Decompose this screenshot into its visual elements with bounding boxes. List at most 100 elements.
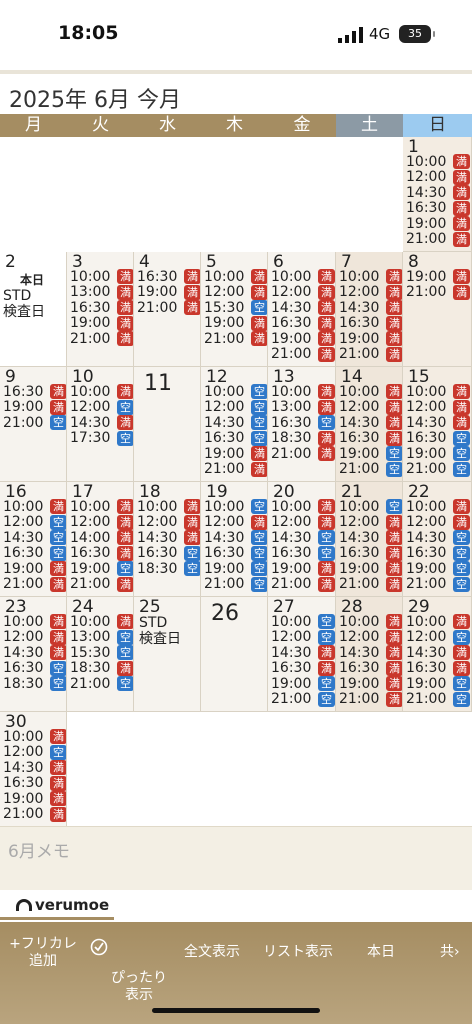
time-slot[interactable]: 19:00 満 xyxy=(137,284,200,300)
time-slot[interactable]: 12:00 空 xyxy=(406,629,470,645)
list-view-button[interactable]: リスト表示 xyxy=(256,944,340,961)
time-slot[interactable]: 16:30 満 xyxy=(137,269,200,285)
time-slot[interactable]: 10:00 満 xyxy=(70,614,133,630)
time-slot[interactable]: 21:00 空 xyxy=(406,461,470,477)
time-slot[interactable]: 14:30 空 xyxy=(204,530,267,546)
time-slot[interactable]: 14:30 空 xyxy=(3,530,66,546)
time-slot[interactable]: 12:00 満 xyxy=(339,284,402,300)
time-slot[interactable]: 14:30 満 xyxy=(271,300,335,316)
time-slot[interactable]: 16:30 空 xyxy=(204,430,267,446)
day-cell[interactable]: 13 10:00 満 13:00 満 16:30 空 18:30 満 21:00 満 xyxy=(268,367,336,482)
time-slot[interactable]: 12:00 空 xyxy=(3,744,66,760)
time-slot[interactable]: 10:00 空 xyxy=(339,499,402,515)
time-slot[interactable]: 19:00 満 xyxy=(339,331,402,347)
time-slot[interactable]: 19:00 空 xyxy=(406,561,470,577)
time-slot[interactable]: 19:00 空 xyxy=(271,676,335,692)
time-slot[interactable]: 14:30 満 xyxy=(406,415,470,431)
time-slot[interactable]: 12:00 満 xyxy=(406,399,470,415)
time-slot[interactable]: 16:30 満 xyxy=(70,300,133,316)
time-slot[interactable]: 19:00 満 xyxy=(339,676,402,692)
time-slot[interactable]: 12:00 空 xyxy=(271,629,335,645)
time-slot[interactable]: 19:00 満 xyxy=(271,561,335,577)
time-slot[interactable]: 10:00 満 xyxy=(271,384,335,400)
time-slot[interactable]: 16:30 満 xyxy=(271,315,335,331)
time-slot[interactable]: 12:00 空 xyxy=(204,399,267,415)
time-slot[interactable]: 19:00 満 xyxy=(3,399,66,415)
time-slot[interactable]: 14:30 空 xyxy=(406,530,470,546)
time-slot[interactable]: 21:00 満 xyxy=(339,346,402,362)
day-cell[interactable]: 22 10:00 満 12:00 満 14:30 空 16:30 空 19:00 空 21:00 空 xyxy=(403,482,472,597)
time-slot[interactable]: 10:00 満 xyxy=(3,614,66,630)
time-slot[interactable]: 21:00 満 xyxy=(271,446,335,462)
time-slot[interactable]: 19:00 満 xyxy=(204,315,267,331)
time-slot[interactable]: 14:30 空 xyxy=(204,415,267,431)
day-cell[interactable]: 16 10:00 満 12:00 空 14:30 空 16:30 空 19:00 満 21:00 満 xyxy=(0,482,67,597)
time-slot[interactable]: 10:00 満 xyxy=(406,614,470,630)
time-slot[interactable]: 21:00 満 xyxy=(204,331,267,347)
time-slot[interactable]: 12:00 満 xyxy=(137,514,200,530)
time-slot[interactable]: 12:00 満 xyxy=(406,514,470,530)
time-slot[interactable]: 16:30 空 xyxy=(3,660,66,676)
time-slot[interactable]: 19:00 空 xyxy=(406,446,470,462)
fit-view-button[interactable]: ぴったり 表示 xyxy=(88,936,172,1004)
time-slot[interactable]: 14:30 満 xyxy=(137,530,200,546)
time-slot[interactable]: 19:00 空 xyxy=(70,561,133,577)
day-cell[interactable]: 19 10:00 空 12:00 満 14:30 空 16:30 空 19:00 空 21:00 空 xyxy=(201,482,268,597)
time-slot[interactable]: 10:00 満 xyxy=(271,269,335,285)
time-slot[interactable]: 10:00 満 xyxy=(406,499,470,515)
time-slot[interactable]: 21:00 空 xyxy=(339,461,402,477)
time-slot[interactable]: 21:00 空 xyxy=(70,676,133,692)
time-slot[interactable]: 14:30 満 xyxy=(406,185,470,201)
day-cell[interactable]: 10 10:00 満 12:00 空 14:30 満 17:30 空 xyxy=(67,367,134,482)
memo-area[interactable]: 6月メモ xyxy=(0,826,472,890)
time-slot[interactable]: 21:00 満 xyxy=(3,576,66,592)
time-slot[interactable]: 10:00 空 xyxy=(204,499,267,515)
time-slot[interactable]: 18:30 空 xyxy=(137,561,200,577)
time-slot[interactable]: 12:00 満 xyxy=(204,284,267,300)
day-cell[interactable]: 14 10:00 満 12:00 満 14:30 満 16:30 満 19:00 空 21:00 空 xyxy=(336,367,403,482)
time-slot[interactable]: 17:30 空 xyxy=(70,430,133,446)
time-slot[interactable]: 12:00 満 xyxy=(339,629,402,645)
time-slot[interactable]: 21:00 満 xyxy=(204,461,267,477)
time-slot[interactable]: 12:00 満 xyxy=(70,514,133,530)
time-slot[interactable]: 12:00 満 xyxy=(406,169,470,185)
time-slot[interactable]: 16:30 満 xyxy=(339,545,402,561)
time-slot[interactable]: 16:30 満 xyxy=(339,430,402,446)
time-slot[interactable]: 21:00 満 xyxy=(271,576,335,592)
time-slot[interactable]: 19:00 満 xyxy=(204,446,267,462)
time-slot[interactable]: 19:00 満 xyxy=(271,331,335,347)
day-cell[interactable]: 18 10:00 満 12:00 満 14:30 満 16:30 空 18:30 空 xyxy=(134,482,201,597)
time-slot[interactable]: 16:30 空 xyxy=(406,430,470,446)
time-slot[interactable]: 19:00 満 xyxy=(70,315,133,331)
time-slot[interactable]: 18:30 満 xyxy=(70,660,133,676)
time-slot[interactable]: 19:00 満 xyxy=(406,269,470,285)
day-cell[interactable]: 2 本日 STD 検査日 xyxy=(0,252,67,367)
day-cell[interactable]: 26 xyxy=(201,597,268,712)
time-slot[interactable]: 16:30 満 xyxy=(3,775,66,791)
time-slot[interactable]: 14:30 満 xyxy=(70,415,133,431)
time-slot[interactable]: 12:00 満 xyxy=(271,514,335,530)
time-slot[interactable]: 14:30 満 xyxy=(339,530,402,546)
day-cell[interactable]: 1 10:00 満 12:00 満 14:30 満 16:30 満 19:00 満 21:00 満 xyxy=(403,137,472,252)
time-slot[interactable]: 18:30 空 xyxy=(3,676,66,692)
time-slot[interactable]: 14:30 満 xyxy=(3,645,66,661)
time-slot[interactable]: 21:00 満 xyxy=(137,300,200,316)
day-cell[interactable]: 21 10:00 空 12:00 満 14:30 満 16:30 満 19:00 満 21:00 満 xyxy=(336,482,403,597)
time-slot[interactable]: 16:30 満 xyxy=(271,660,335,676)
time-slot[interactable]: 12:00 空 xyxy=(70,399,133,415)
day-cell[interactable]: 9 16:30 満 19:00 満 21:00 空 xyxy=(0,367,67,482)
time-slot[interactable]: 19:00 満 xyxy=(339,561,402,577)
day-cell[interactable]: 20 10:00 満 12:00 満 14:30 空 16:30 空 19:00 満 21:00 満 xyxy=(268,482,336,597)
time-slot[interactable]: 21:00 空 xyxy=(204,576,267,592)
time-slot[interactable]: 21:00 満 xyxy=(339,576,402,592)
time-slot[interactable]: 14:30 満 xyxy=(339,645,402,661)
time-slot[interactable]: 16:30 満 xyxy=(406,660,470,676)
time-slot[interactable]: 13:00 満 xyxy=(70,284,133,300)
day-cell[interactable]: 24 10:00 満 13:00 空 15:30 空 18:30 満 21:00 空 xyxy=(67,597,134,712)
time-slot[interactable]: 19:00 満 xyxy=(3,561,66,577)
day-cell[interactable]: 6 10:00 満 12:00 満 14:30 満 16:30 満 19:00 満 21:00 満 xyxy=(268,252,336,367)
time-slot[interactable]: 16:30 満 xyxy=(406,200,470,216)
time-slot[interactable]: 21:00 満 xyxy=(406,284,470,300)
time-slot[interactable]: 19:00 空 xyxy=(339,446,402,462)
day-cell[interactable]: 25 STD 検査日 xyxy=(134,597,201,712)
